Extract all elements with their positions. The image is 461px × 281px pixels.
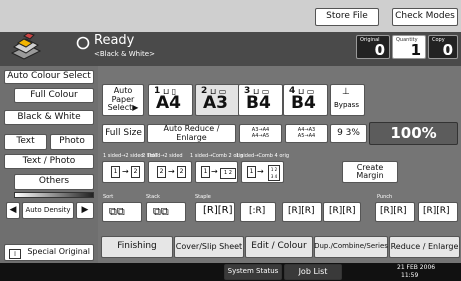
auto-density-button[interactable]: Auto Density	[22, 202, 74, 219]
copy-value: 0	[442, 41, 453, 59]
special-original-label: Special Original	[27, 247, 90, 257]
tab-dup-combine-series[interactable]: Dup./Combine/Series	[314, 236, 388, 258]
quantity-counter: Quantity 1	[392, 35, 426, 59]
tab-cover-slip-sheet[interactable]: Cover/Slip Sheet	[174, 236, 244, 258]
combine-2-button[interactable]: 1 → 1 2	[195, 161, 238, 183]
footer-time: 11:59	[401, 272, 419, 279]
page-icon: 1	[201, 166, 210, 178]
page-icon: 1	[111, 166, 120, 178]
status-title: Ready	[94, 33, 135, 48]
paper-tray-2-button[interactable]: 2 ⊔ ▭ A3	[195, 84, 240, 116]
ready-circle-icon	[76, 35, 90, 50]
original-value: 0	[374, 41, 385, 59]
page-icon: 2	[131, 166, 140, 178]
staple-icon: [R][R]	[203, 205, 233, 216]
paper-size: A3	[203, 93, 228, 113]
staple-icon: [R][R]	[329, 206, 356, 216]
store-file-button[interactable]: Store File	[315, 8, 379, 26]
staple-icon: [:R]	[249, 206, 266, 216]
stack-icon: ⧉⧉	[153, 205, 169, 218]
density-lighter-button[interactable]: ◀	[6, 202, 20, 219]
duplex-label-4: 1 sided→Comb 4 orig	[236, 153, 290, 159]
duplex-label-2: 2 sided→2 sided	[142, 153, 183, 159]
punch-2-button[interactable]: [R][R]	[375, 202, 415, 222]
full-colour-button[interactable]: Full Colour	[14, 88, 94, 103]
bypass-tray-icon: ⊥	[342, 87, 350, 97]
preset-line: A5→A4	[297, 132, 316, 139]
status-subtitle: <Black & White>	[94, 50, 155, 58]
staple-label: Staple	[195, 194, 211, 200]
tab-edit-colour[interactable]: Edit / Colour	[245, 236, 313, 258]
combined-page-icon: 1 2	[220, 168, 236, 179]
staple-2-button[interactable]: [:R]	[240, 202, 276, 222]
preset-reduce-button[interactable]: A3→A4 A4→A5	[239, 124, 282, 143]
ratio-93-button[interactable]: 9 3%	[330, 124, 367, 143]
ratio-display: 100%	[369, 122, 458, 145]
paper-size: B4	[246, 93, 271, 113]
footer-date: 21 FEB 2006	[397, 264, 436, 271]
page-icon: 2	[157, 166, 166, 178]
punch-icon: [R][R]	[423, 206, 450, 216]
punch-label: Punch	[377, 194, 393, 200]
one-to-two-sided-button[interactable]: 1 → 2	[102, 161, 145, 183]
special-original-icon: ▯	[9, 249, 21, 259]
combine-4-button[interactable]: 1 → 1 23 4	[241, 161, 284, 183]
preset-line: A4→A5	[251, 132, 270, 139]
special-original-button[interactable]: ▯ Special Original	[4, 244, 94, 261]
photo-mode-button[interactable]: Photo	[50, 134, 94, 150]
quantity-value: 1	[410, 41, 421, 59]
stack-button[interactable]: ⧉⧉	[146, 202, 186, 222]
punch-3-button[interactable]: [R][R]	[418, 202, 458, 222]
text-mode-button[interactable]: Text	[4, 134, 47, 150]
staple-top-button[interactable]: [R][R]	[195, 202, 235, 222]
tab-reduce-enlarge[interactable]: Reduce / Enlarge	[389, 236, 460, 258]
arrow-icon: →	[168, 167, 175, 176]
staple-4-button[interactable]: [R][R]	[323, 202, 361, 222]
arrow-icon: →	[122, 167, 129, 176]
sort-button[interactable]: ⧉⧉	[102, 202, 142, 222]
staple-icon: [R][R]	[288, 206, 315, 216]
two-to-two-sided-button[interactable]: 2 → 2	[148, 161, 192, 183]
staple-3-button[interactable]: [R][R]	[282, 202, 322, 222]
auto-reduce-enlarge-button[interactable]: Auto Reduce / Enlarge	[147, 124, 236, 143]
copy-counter: Copy 0	[428, 35, 458, 59]
auto-paper-select-button[interactable]: Auto Paper Select▶	[102, 84, 144, 116]
density-scale	[14, 192, 94, 198]
black-white-button[interactable]: Black & White	[4, 110, 94, 125]
check-modes-button[interactable]: Check Modes	[392, 8, 458, 26]
bypass-button[interactable]: ⊥ Bypass	[330, 84, 365, 116]
arrow-icon: →	[257, 167, 264, 176]
arrow-icon: →	[211, 167, 218, 176]
full-size-button[interactable]: Full Size	[102, 124, 145, 143]
tab-finishing[interactable]: Finishing	[101, 236, 173, 258]
page-icon: 1	[247, 166, 256, 178]
copier-machine-icon	[10, 32, 42, 63]
copier-screen: Store File Check Modes Ready <Black & Wh…	[0, 0, 461, 281]
auto-colour-select-button[interactable]: Auto Colour Select	[4, 70, 94, 84]
sort-icon: ⧉⧉	[109, 205, 125, 218]
paper-tray-1-button[interactable]: 1 ⊔ ▯ A4	[148, 84, 193, 116]
job-list-button[interactable]: Job List	[284, 264, 342, 280]
others-button[interactable]: Others	[14, 174, 94, 190]
sort-label: Sort	[103, 194, 114, 200]
text-photo-button[interactable]: Text / Photo	[4, 154, 94, 169]
preset-enlarge-button[interactable]: A4→A3 A5→A4	[285, 124, 328, 143]
paper-size: B4	[291, 93, 316, 113]
combined-page-icon: 1 23 4	[268, 165, 280, 181]
bypass-label: Bypass	[334, 101, 359, 109]
punch-icon: [R][R]	[380, 206, 407, 216]
density-darker-button[interactable]: ▶	[76, 202, 94, 219]
stack-label: Stack	[146, 194, 160, 200]
create-margin-button[interactable]: Create Margin	[342, 161, 398, 183]
paper-tray-3-button[interactable]: 3 ⊔ ▭ B4	[238, 84, 283, 116]
paper-size: A4	[156, 93, 181, 113]
original-counter: Original 0	[356, 35, 390, 59]
page-icon: 2	[177, 166, 186, 178]
paper-tray-4-button[interactable]: 4 ⊔ ▭ B4	[283, 84, 328, 116]
system-status-button[interactable]: System Status	[224, 264, 282, 280]
